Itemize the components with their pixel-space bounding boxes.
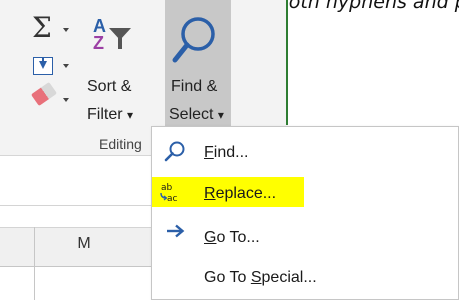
- chevron-down-icon: ▾: [217, 108, 224, 122]
- formula-bar-area[interactable]: [0, 156, 160, 206]
- chevron-down-icon: [63, 98, 69, 102]
- menu-item-find[interactable]: Find...: [152, 133, 458, 173]
- magnifier-icon: [164, 141, 185, 162]
- filter-funnel-stem: [118, 38, 122, 49]
- find-select-label-line1: Find &: [171, 78, 218, 95]
- editing-group-label: Editing: [99, 136, 142, 152]
- chevron-down-icon: [63, 64, 69, 68]
- autosum-icon: Σ: [32, 11, 52, 44]
- cell-divider: [34, 267, 35, 300]
- arrow-right-icon: [167, 224, 185, 238]
- menu-item-goto-special-label: Go To Special...: [204, 269, 317, 286]
- find-select-menu: Find... ab ac Replace... Go To... Go To …: [151, 126, 459, 300]
- chevron-down-icon: ▾: [127, 108, 134, 122]
- cell-grid[interactable]: [0, 267, 160, 300]
- menu-item-goto[interactable]: Go To...: [152, 217, 458, 257]
- sort-filter-label-line1: Sort &: [87, 78, 132, 95]
- menu-item-goto-special[interactable]: Go To Special...: [152, 259, 458, 299]
- menu-item-goto-label: Go To...: [204, 229, 260, 246]
- sheet-tab-border-line: [286, 0, 288, 125]
- sort-az-icon: A Z: [93, 16, 106, 53]
- autosum-button[interactable]: Σ: [30, 8, 74, 44]
- sort-filter-label-line2: Filter ▾: [87, 106, 134, 123]
- menu-item-replace-label: Replace...: [204, 185, 277, 202]
- magnifier-icon: [172, 17, 215, 63]
- svg-text:ab: ab: [161, 183, 173, 193]
- find-select-label-line2: Select ▾: [169, 106, 224, 123]
- column-header-m[interactable]: M: [34, 235, 134, 253]
- menu-item-find-label: Find...: [204, 144, 249, 161]
- fill-down-icon: [33, 57, 53, 75]
- replace-icon: ab ac: [160, 183, 178, 204]
- svg-text:ac: ac: [167, 194, 178, 204]
- menu-item-replace[interactable]: ab ac Replace...: [152, 175, 458, 215]
- chevron-down-icon: [63, 28, 69, 32]
